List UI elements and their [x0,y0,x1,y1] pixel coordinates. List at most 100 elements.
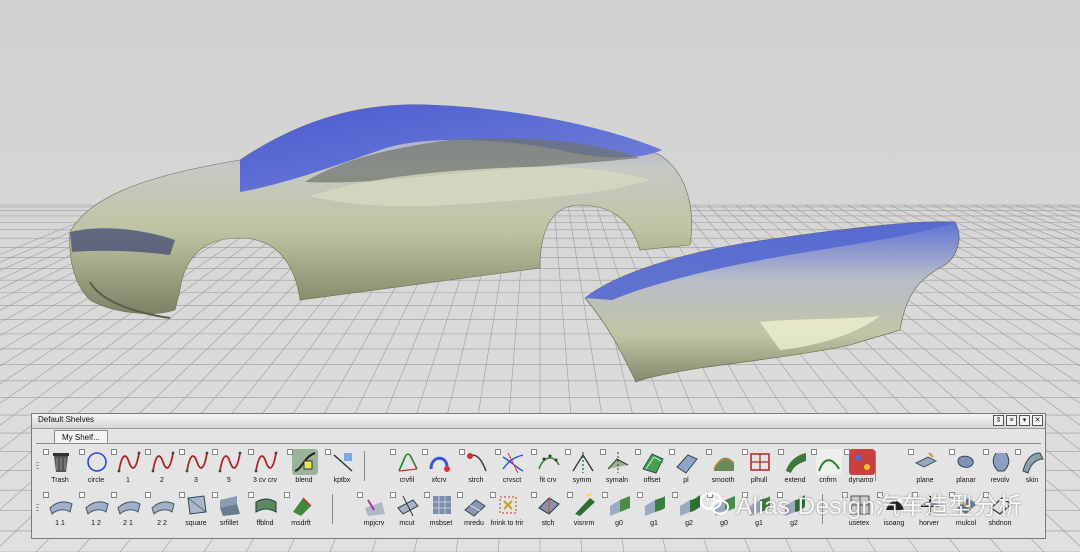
revolve-icon [988,449,1014,475]
option-box-marker[interactable] [602,492,608,498]
row-grip-handle[interactable] [36,504,39,512]
tab-divider [36,443,1041,444]
option-box-marker[interactable] [390,492,396,498]
shelf-tool-label: msdrft [291,520,311,527]
resize-icon[interactable]: ⇕ [993,415,1004,426]
skin-icon [1020,449,1046,475]
option-box-marker[interactable] [43,449,49,455]
surface-fillet-icon [217,492,243,518]
smooth-icon [711,449,737,475]
shelf-tool-label: g2 [790,520,798,527]
trash-icon [48,449,74,475]
option-box-marker[interactable] [742,449,748,455]
shelf-tool-skin[interactable]: skin [1015,449,1049,489]
fit-curve-icon [536,449,562,475]
shelf-titlebar[interactable]: Default Shelves ⇕ ≡ ▾ ✕ [32,414,1045,429]
option-box-marker[interactable] [490,492,496,498]
shelf-window-buttons: ⇕ ≡ ▾ ✕ [993,415,1043,426]
option-box-marker[interactable] [457,492,463,498]
surface-icon [150,492,176,518]
shelf-tool-dynamo[interactable]: dynamo [844,449,878,489]
option-box-marker[interactable] [390,449,396,455]
hull-icon [747,449,773,475]
menu-icon[interactable]: ≡ [1006,415,1017,426]
row-grip-handle[interactable] [36,462,39,470]
conform-icon [816,449,842,475]
collapse-icon[interactable]: ▾ [1019,415,1030,426]
option-box-marker[interactable] [424,492,430,498]
close-icon[interactable]: ✕ [1032,415,1043,426]
cv-curve-icon [253,449,279,475]
draft-icon [289,492,315,518]
option-box-marker[interactable] [145,492,151,498]
option-box-marker[interactable] [495,449,501,455]
option-box-marker[interactable] [79,492,85,498]
option-box-marker[interactable] [459,449,465,455]
shelf-tool-label: shdnon [988,520,1012,527]
shelf-tool-label: kptbx [333,477,351,484]
option-box-marker[interactable] [357,492,363,498]
option-box-marker[interactable] [637,492,643,498]
xform-curve-icon [427,449,453,475]
option-box-marker[interactable] [284,492,290,498]
option-box-marker[interactable] [179,492,185,498]
option-box-marker[interactable] [212,492,218,498]
option-box-marker[interactable] [567,492,573,498]
shelf-tool-blend[interactable]: blend [287,449,321,489]
option-box-marker[interactable] [111,492,117,498]
tab-my-shelf[interactable]: My Shelf... [54,430,108,444]
shelf-separator [875,451,876,481]
subset-icon [429,492,455,518]
shelf-separator [364,451,365,481]
cut-icon [395,492,421,518]
option-box-marker[interactable] [811,449,817,455]
cv-curve-icon [150,449,176,475]
planar-icon [954,449,980,475]
offset-icon [640,449,666,475]
option-box-marker[interactable] [179,449,185,455]
wechat-icon [700,491,729,514]
option-box-marker[interactable] [531,492,537,498]
option-box-marker[interactable] [248,492,254,498]
shelf-tool-keypoint[interactable]: kptbx [325,449,359,489]
plane-icon [913,449,939,475]
blend-icon [292,449,318,475]
option-box-marker[interactable] [287,449,293,455]
shelf-tool-draft[interactable]: msdrft [284,492,318,532]
shelf-tool-plane[interactable]: plane [908,449,942,489]
shelf-tool-cv-curve[interactable]: 3 cv crv [248,449,282,489]
option-box-marker[interactable] [778,449,784,455]
stretch-icon [464,449,490,475]
align-g0-icon [607,492,633,518]
option-box-marker[interactable] [79,449,85,455]
option-box-marker[interactable] [325,449,331,455]
surface-icon [116,492,142,518]
option-box-marker[interactable] [531,449,537,455]
stitch-icon [536,492,562,518]
option-box-marker[interactable] [248,449,254,455]
option-box-marker[interactable] [844,449,850,455]
option-box-marker[interactable] [669,449,675,455]
shelf-tool-shrink-trim[interactable]: hrink to trir [490,492,524,532]
option-box-marker[interactable] [600,449,606,455]
option-box-marker[interactable] [145,449,151,455]
shrink-trim-icon [495,492,521,518]
option-box-marker[interactable] [43,492,49,498]
option-box-marker[interactable] [908,449,914,455]
option-box-marker[interactable] [706,449,712,455]
option-box-marker[interactable] [672,492,678,498]
surface-icon [84,492,110,518]
option-box-marker[interactable] [212,449,218,455]
option-box-marker[interactable] [949,449,955,455]
option-box-marker[interactable] [635,449,641,455]
symmetry-icon [570,449,596,475]
watermark: Alias Design汽车造型分析 [700,486,1022,521]
reduce-icon [462,492,488,518]
option-box-marker[interactable] [983,449,989,455]
option-box-marker[interactable] [565,449,571,455]
panel-icon [674,449,700,475]
option-box-marker[interactable] [422,449,428,455]
curve-section-icon [500,449,526,475]
option-box-marker[interactable] [1015,449,1021,455]
option-box-marker[interactable] [111,449,117,455]
